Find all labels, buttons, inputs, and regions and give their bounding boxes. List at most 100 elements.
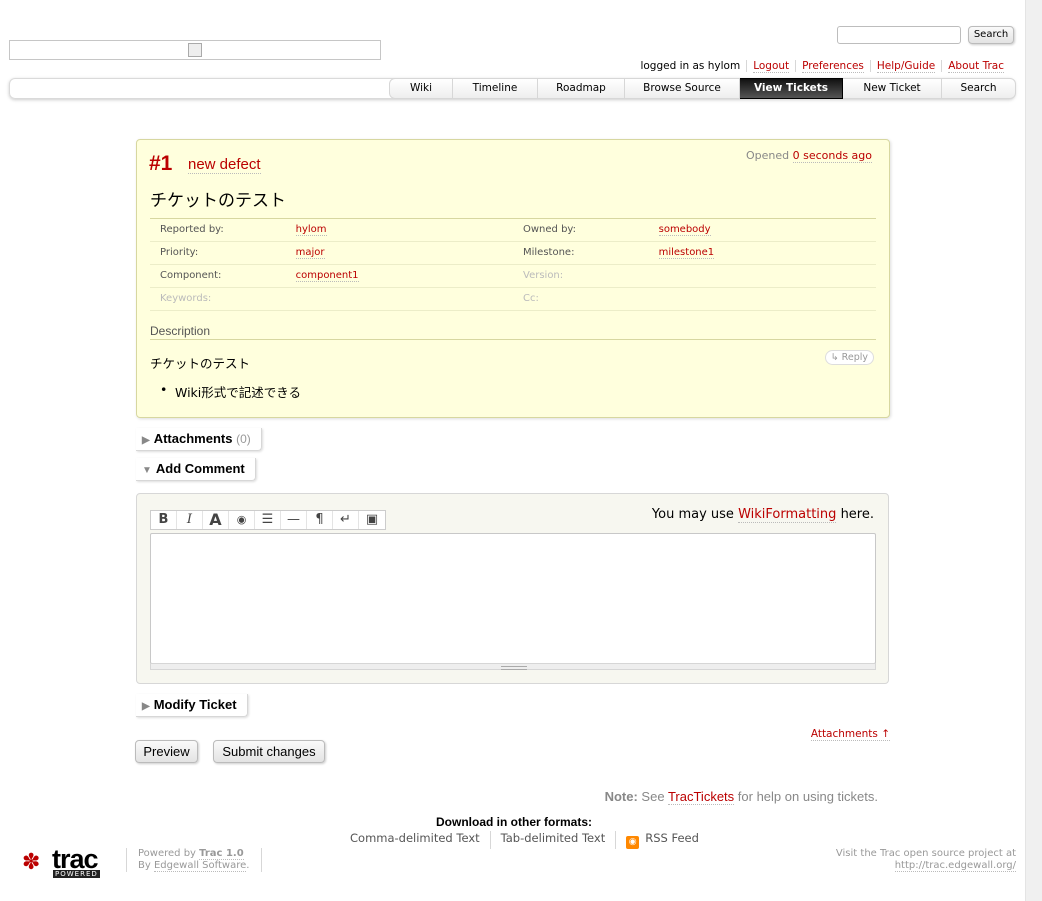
component-label: Component: [160,270,222,281]
download-heading: Download in other formats: [436,815,592,829]
comment-box: B I A ◉ ☰ — ¶ ↵ ▣ You may use WikiFormat… [136,493,889,684]
search-button[interactable]: Search [968,26,1014,44]
add-comment-toggle[interactable]: ▼ Add Comment [136,458,256,481]
nav-tab-browse-source[interactable]: Browse Source [625,78,740,99]
ticket-box: #1 new defect Opened 0 seconds ago チケットの… [136,139,890,418]
collapse-triangle-icon: ▼ [142,465,152,476]
broken-image-icon [188,43,202,57]
help-guide-link[interactable]: Help/Guide [876,60,936,73]
property-row: Component: component1 Version: [150,265,876,288]
nav-tab-new-ticket[interactable]: New Ticket [843,78,942,99]
reported-by-label: Reported by: [160,224,224,235]
ticket-properties: Reported by: hylom Owned by: somebody Pr… [150,218,876,311]
version-label: Version: [523,270,564,281]
rss-feed-link[interactable]: ◉ RSS Feed [615,831,709,849]
powered-by: Powered by Trac 1.0 By Edgewall Software… [126,848,249,872]
nav-tab-search[interactable]: Search [942,78,1016,99]
visit-text: Visit the Trac open source project at [835,848,1016,859]
milestone-link[interactable]: milestone1 [658,247,715,259]
heading-icon[interactable]: A [203,511,229,529]
trac-version-link[interactable]: Trac 1.0 [199,848,244,860]
description-bullet: Wiki形式で記述できる [160,382,301,401]
site-logo[interactable] [9,40,381,60]
priority-link[interactable]: major [295,247,325,259]
powered-by-label: Powered by [138,848,196,859]
reported-by-link[interactable]: hylom [295,224,327,236]
component-link[interactable]: component1 [295,270,359,282]
italic-icon[interactable]: I [177,511,203,529]
csv-download-link[interactable]: Comma-delimited Text [340,831,490,849]
preferences-link[interactable]: Preferences [802,60,864,73]
modify-ticket-label: Modify Ticket [153,697,237,712]
rss-icon: ◉ [626,836,640,849]
preview-button[interactable]: Preview [135,740,198,763]
opened-info: Opened 0 seconds ago [745,149,872,163]
tsv-download-link[interactable]: Tab-delimited Text [489,831,616,849]
description-text: チケットのテスト [150,356,251,371]
bold-icon[interactable]: B [151,511,177,529]
wiki-toolbar: B I A ◉ ☰ — ¶ ↵ ▣ [150,510,386,530]
hint-suffix: here. [840,507,874,522]
attachments-count: (0) [236,432,251,446]
add-comment-label: Add Comment [155,461,245,476]
property-row: Reported by: hylom Owned by: somebody [150,219,876,242]
nav-tab-wiki[interactable]: Wiki [389,78,453,99]
comment-textarea[interactable] [150,533,876,664]
property-row: Keywords: Cc: [150,288,876,311]
note-post: for help on using tickets. [737,789,878,804]
vertical-scrollbar[interactable] [1025,0,1042,901]
nav-tab-timeline[interactable]: Timeline [453,78,538,99]
description-heading: Description [150,324,876,340]
logout-link[interactable]: Logout [753,60,790,73]
property-row: Priority: major Milestone: milestone1 [150,242,876,265]
about-trac-link[interactable]: About Trac [948,60,1004,73]
code-block-icon[interactable]: ☰ [255,511,281,529]
meta-navigation: logged in as hylom Logout Preferences Help/… [634,60,1010,73]
by-label: By [138,860,151,871]
owned-by-label: Owned by: [523,224,576,235]
owned-by-link[interactable]: somebody [658,224,711,236]
search-input[interactable] [837,26,961,44]
attachments-label: Attachments [153,431,233,446]
note-label: Note: [604,789,638,804]
modify-ticket-toggle[interactable]: ▶ Modify Ticket [136,694,248,717]
paw-icon: ✽ [22,850,41,875]
visit-trac: Visit the Trac open source project at ht… [836,848,1016,872]
ticket-summary: チケットのテスト [150,191,286,210]
footer-divider [261,848,262,872]
tractickets-link[interactable]: TracTickets [667,789,735,805]
main-navigation: Wiki Timeline Roadmap Browse Source View Tic… [389,78,1016,99]
expand-triangle-icon: ▶ [142,701,150,712]
opened-label: Opened [745,149,790,162]
trac-site-link[interactable]: http://trac.edgewall.org/ [894,860,1016,872]
attachments-toggle[interactable]: ▶ Attachments (0) [136,428,262,451]
nav-tab-roadmap[interactable]: Roadmap [538,78,625,99]
ticket-type-link[interactable]: new defect [188,156,261,174]
reply-button[interactable]: ↳ Reply [824,350,874,365]
cc-label: Cc: [523,293,539,304]
wikiformatting-link[interactable]: WikiFormatting [738,507,837,523]
textarea-resize-grip[interactable] [150,663,876,670]
logged-in-status: logged in as hylom [640,60,741,72]
trac-logo-badge: POWERED [53,870,100,878]
ticket-id: #1 [149,152,173,175]
horizontal-rule-icon[interactable]: — [281,511,307,529]
edgewall-link[interactable]: Edgewall Software [153,860,247,872]
image-icon[interactable]: ▣ [359,511,385,529]
nav-tab-view-tickets[interactable]: View Tickets [740,78,843,99]
paragraph-icon[interactable]: ¶ [307,511,333,529]
rss-feed-label: RSS Feed [645,831,699,845]
priority-label: Priority: [160,247,199,258]
attachments-anchor-link[interactable]: Attachments ↑ [810,728,890,741]
keywords-label: Keywords: [160,293,212,304]
help-note: Note: See TracTickets for help on using … [604,789,878,805]
milestone-label: Milestone: [523,247,575,258]
opened-time-link[interactable]: 0 seconds ago [792,149,872,163]
hint-prefix: You may use [651,507,734,522]
submit-changes-button[interactable]: Submit changes [213,740,325,763]
line-break-icon[interactable]: ↵ [333,511,359,529]
expand-triangle-icon: ▶ [142,435,150,446]
link-icon[interactable]: ◉ [229,511,255,529]
download-formats: Comma-delimited Text Tab-delimited Text … [340,831,709,849]
formatting-hint: You may use WikiFormatting here. [651,507,874,523]
